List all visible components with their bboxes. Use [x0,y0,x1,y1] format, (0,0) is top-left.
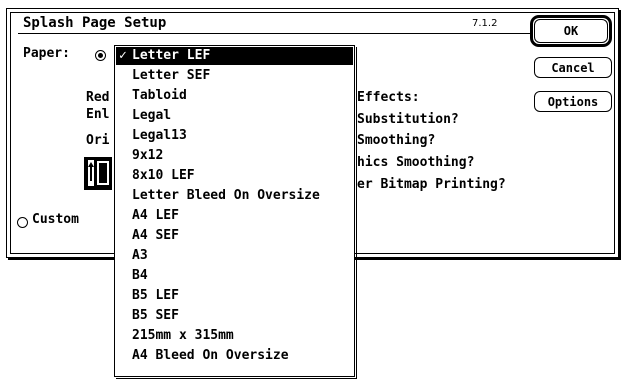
ok-button[interactable]: OK [534,19,608,43]
menu-item-9x12[interactable]: 9x12 [116,147,353,165]
menu-item-a4-lef[interactable]: A4 LEF [116,207,353,225]
menu-item-b4[interactable]: B4 [116,267,353,285]
effect-substitution[interactable]: Substitution? [357,112,459,127]
menu-item-legal13[interactable]: Legal13 [116,127,353,145]
menu-item-a3[interactable]: A3 [116,247,353,265]
reduce-label: Red [86,90,110,105]
menu-item-a4-sef[interactable]: A4 SEF [116,227,353,245]
portrait-figure-icon [88,160,109,186]
title-divider [18,33,532,34]
custom-label: Custom [32,212,79,227]
dialog-title: Splash Page Setup [23,15,167,31]
paper-label: Paper: [23,46,70,61]
menu-item-8x10-lef[interactable]: 8x10 LEF [116,167,353,185]
custom-radio[interactable] [17,217,28,228]
menu-item-b5-lef[interactable]: B5 LEF [116,287,353,305]
menu-item-letter-lef[interactable]: ✓ Letter LEF [116,47,353,65]
version-label: 7.1.2 [472,18,498,29]
enlarge-label: Enl [86,107,110,122]
menu-item-a4-bleed[interactable]: A4 Bleed On Oversize [116,347,353,365]
menu-item-letter-bleed[interactable]: Letter Bleed On Oversize [116,187,353,205]
paper-radio[interactable] [95,50,106,61]
orientation-portrait-icon[interactable] [84,157,112,190]
menu-item-b5-sef[interactable]: B5 SEF [116,307,353,325]
menu-item-letter-sef[interactable]: Letter SEF [116,67,353,85]
menu-item-legal[interactable]: Legal [116,107,353,125]
orientation-label: Ori [86,133,110,148]
checkmark-icon: ✓ [119,48,127,63]
paper-popup-menu[interactable]: ✓ Letter LEF Letter SEF Tabloid Legal Le… [114,45,355,377]
menu-item-215x315[interactable]: 215mm x 315mm [116,327,353,345]
options-button[interactable]: Options [534,91,612,112]
effects-heading: Effects: [357,90,420,105]
menu-item-tabloid[interactable]: Tabloid [116,87,353,105]
menu-item-label: Letter LEF [132,48,211,63]
effect-graphics-smoothing[interactable]: hics Smoothing? [357,155,474,170]
effect-bitmap-printing[interactable]: er Bitmap Printing? [357,177,506,192]
effect-smoothing[interactable]: Smoothing? [357,133,435,148]
cancel-button[interactable]: Cancel [534,57,612,78]
